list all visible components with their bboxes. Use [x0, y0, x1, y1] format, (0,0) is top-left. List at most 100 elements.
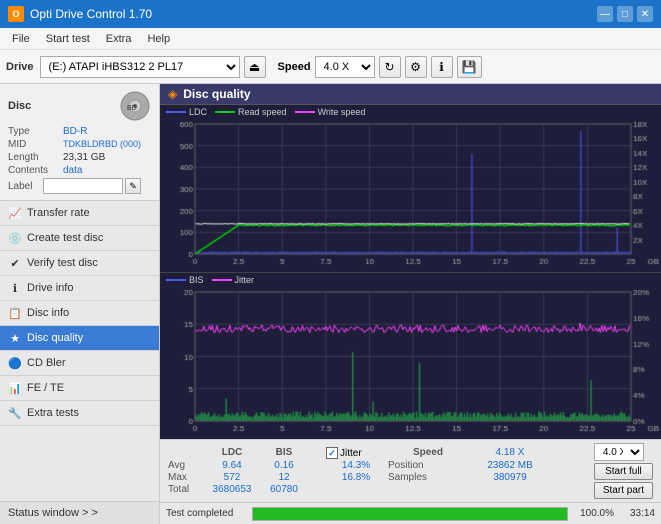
position-label: Position: [388, 460, 468, 471]
avg-bis: 0.16: [260, 460, 308, 471]
sidebar-item-create-test-disc[interactable]: 💿 Create test disc: [0, 226, 159, 251]
speed-label: Speed: [278, 61, 311, 73]
transfer-rate-icon: 📈: [8, 206, 22, 220]
verify-test-icon: ✔: [8, 256, 22, 270]
bottom-chart: BIS Jitter: [160, 273, 661, 439]
top-chart: LDC Read speed Write speed: [160, 105, 661, 273]
status-window-label: Status window > >: [8, 507, 98, 519]
cd-bler-icon: 🔵: [8, 356, 22, 370]
progress-percent: 100.0%: [574, 508, 614, 519]
cd-bler-label: CD Bler: [27, 357, 66, 369]
stats-speed-selector[interactable]: 4.0 X: [594, 443, 644, 461]
charts-container: LDC Read speed Write speed: [160, 105, 661, 439]
sidebar-item-extra-tests[interactable]: 🔧 Extra tests: [0, 401, 159, 426]
label-edit-button[interactable]: ✎: [125, 178, 141, 194]
max-ldc: 572: [206, 472, 258, 483]
read-speed-legend-label: Read speed: [238, 107, 287, 117]
svg-text:BD: BD: [127, 105, 137, 112]
avg-jitter: 14.3%: [326, 460, 386, 471]
refresh-button[interactable]: ↻: [379, 56, 401, 78]
max-jitter: 16.8%: [326, 472, 386, 483]
type-value: BD-R: [63, 126, 87, 137]
type-label: Type: [8, 126, 63, 137]
mid-value: TDKBLDRBD (000): [63, 139, 141, 150]
nav-items: 📈 Transfer rate 💿 Create test disc ✔ Ver…: [0, 201, 159, 501]
progress-fill: [253, 508, 567, 520]
stats-empty: [168, 447, 204, 459]
sidebar-item-drive-info[interactable]: ℹ Drive info: [0, 276, 159, 301]
length-label: Length: [8, 152, 63, 163]
top-chart-legend: LDC Read speed Write speed: [160, 105, 661, 119]
drive-label: Drive: [6, 61, 34, 73]
toolbar: Drive (E:) ATAPI iHBS312 2 PL17 ⏏ Speed …: [0, 50, 661, 84]
minimize-button[interactable]: —: [597, 6, 613, 22]
max-label: Max: [168, 472, 204, 483]
sidebar-item-disc-quality[interactable]: ★ Disc quality: [0, 326, 159, 351]
save-button[interactable]: 💾: [457, 56, 482, 78]
sidebar-item-disc-info[interactable]: 📋 Disc info: [0, 301, 159, 326]
bottom-chart-legend: BIS Jitter: [160, 273, 661, 287]
top-chart-canvas: [160, 119, 661, 272]
close-button[interactable]: ✕: [637, 6, 653, 22]
disc-icon: BD: [119, 90, 151, 122]
menu-bar: File Start test Extra Help: [0, 28, 661, 50]
sidebar-item-verify-test-disc[interactable]: ✔ Verify test disc: [0, 251, 159, 276]
bottom-chart-canvas: [160, 287, 661, 439]
disc-info-icon: 📋: [8, 306, 22, 320]
extra-tests-icon: 🔧: [8, 406, 22, 420]
disc-quality-icon: ★: [8, 331, 22, 345]
title-bar: O Opti Drive Control 1.70 — □ ✕: [0, 0, 661, 28]
mid-label: MID: [8, 139, 63, 150]
jitter-legend-label: Jitter: [235, 275, 255, 285]
jitter-checkbox[interactable]: ✓: [326, 447, 338, 459]
menu-extra[interactable]: Extra: [98, 31, 140, 47]
start-full-button[interactable]: Start full: [594, 463, 653, 480]
max-bis: 12: [260, 472, 308, 483]
bis-col-header: BIS: [260, 447, 308, 459]
extra-tests-label: Extra tests: [27, 407, 79, 419]
drive-selector[interactable]: (E:) ATAPI iHBS312 2 PL17: [40, 56, 240, 78]
status-window-button[interactable]: Status window > >: [0, 501, 159, 524]
main-area: Disc BD Type BD-R MID TDKBLDRBD (000) Le…: [0, 84, 661, 524]
maximize-button[interactable]: □: [617, 6, 633, 22]
progress-status: Test completed: [166, 508, 246, 519]
app-title: Opti Drive Control 1.70: [30, 7, 152, 21]
label-input[interactable]: [43, 178, 123, 194]
speed-selector[interactable]: 4.0 X: [315, 56, 375, 78]
menu-start-test[interactable]: Start test: [38, 31, 98, 47]
stats-spacer: [310, 447, 324, 459]
menu-help[interactable]: Help: [139, 31, 178, 47]
sidebar-item-transfer-rate[interactable]: 📈 Transfer rate: [0, 201, 159, 226]
chart-title: Disc quality: [183, 87, 250, 101]
app-icon: O: [8, 6, 24, 22]
disc-info-label: Disc info: [27, 307, 69, 319]
sidebar-item-cd-bler[interactable]: 🔵 CD Bler: [0, 351, 159, 376]
avg-ldc: 9.64: [206, 460, 258, 471]
drive-info-icon: ℹ: [8, 281, 22, 295]
position-value: 23862 MB: [470, 460, 550, 471]
sidebar: Disc BD Type BD-R MID TDKBLDRBD (000) Le…: [0, 84, 160, 524]
settings-button[interactable]: ⚙: [405, 56, 427, 78]
bis-legend-label: BIS: [189, 275, 204, 285]
fe-te-icon: 📊: [8, 381, 22, 395]
progress-time: 33:14: [620, 508, 655, 519]
sidebar-item-fe-te[interactable]: 📊 FE / TE: [0, 376, 159, 401]
content-area: ◈ Disc quality LDC Read speed: [160, 84, 661, 524]
start-part-button[interactable]: Start part: [594, 482, 653, 499]
chart-header-icon: ◈: [168, 87, 177, 101]
label-key: Label: [8, 181, 43, 192]
speed-stats-value: 4.18 X: [470, 447, 550, 459]
chart-header: ◈ Disc quality: [160, 84, 661, 105]
avg-label: Avg: [168, 460, 204, 471]
disc-quality-label: Disc quality: [27, 332, 83, 344]
create-test-label: Create test disc: [27, 232, 103, 244]
speed-stats-label: Speed: [388, 447, 468, 459]
create-test-icon: 💿: [8, 231, 22, 245]
contents-value: data: [63, 165, 82, 176]
write-speed-legend-label: Write speed: [318, 107, 366, 117]
eject-button[interactable]: ⏏: [244, 56, 266, 78]
jitter-check: ✓ Jitter: [326, 447, 382, 459]
menu-file[interactable]: File: [4, 31, 38, 47]
info-button[interactable]: ℹ: [431, 56, 453, 78]
disc-section: Disc BD Type BD-R MID TDKBLDRBD (000) Le…: [0, 84, 159, 201]
